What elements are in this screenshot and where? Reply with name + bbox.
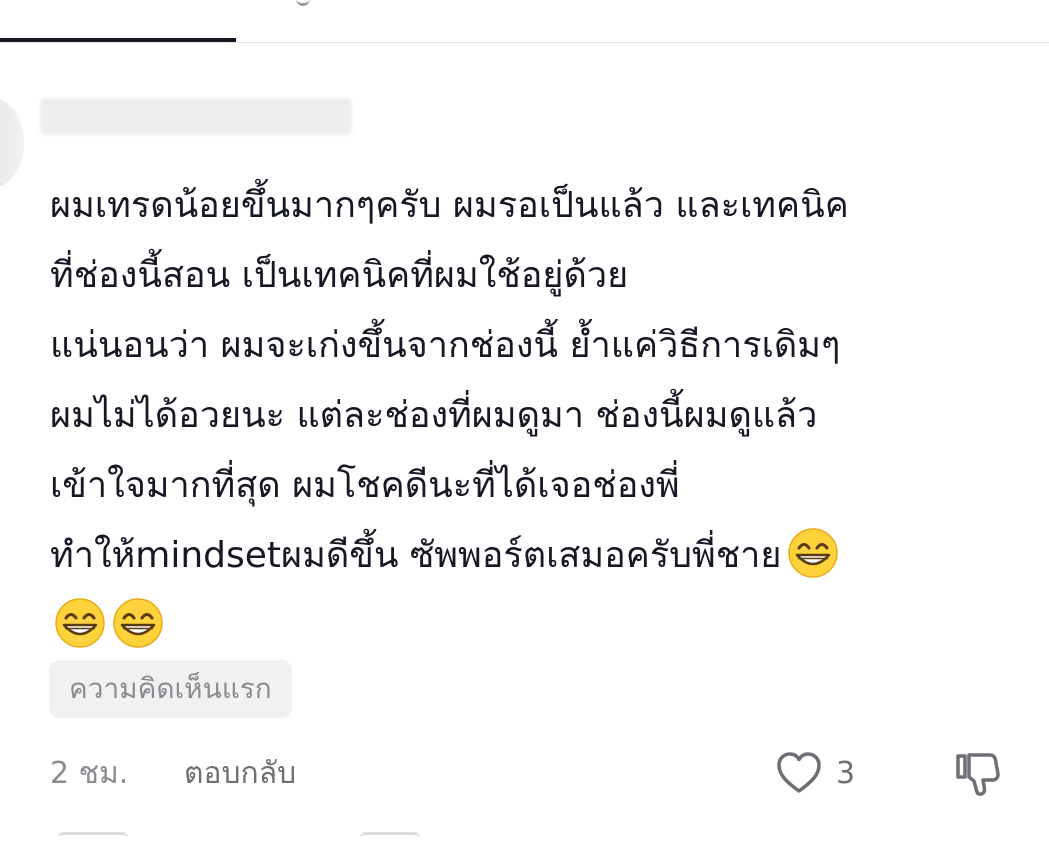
- grinning-face-emoji-icon: [113, 598, 163, 648]
- heart-icon[interactable]: [775, 750, 823, 796]
- top-tab-bar: [0, 0, 1049, 44]
- tab-label-fragment[interactable]: [296, 0, 310, 6]
- comment-line: แน่นอนว่า ผมจะเก่งขึ้นจากช่องนี้ ย้ำแค่ว…: [50, 325, 841, 366]
- avatar[interactable]: [0, 98, 24, 188]
- like-count: 3: [836, 756, 856, 791]
- comment-line: ผมเทรดน้อยขึ้นมากๆครับ ผมรอเป็นแล้ว และเ…: [50, 185, 849, 226]
- username-redacted[interactable]: [40, 98, 352, 135]
- tab-bar-divider: [0, 42, 1049, 43]
- comment-timestamp: 2 ชม.: [50, 756, 129, 791]
- reply-button[interactable]: ตอบกลับ: [184, 752, 296, 796]
- comment-text: ผมเทรดน้อยขึ้นมากๆครับ ผมรอเป็นแล้ว และเ…: [50, 171, 1010, 661]
- thumbs-down-icon[interactable]: [952, 747, 1004, 799]
- grinning-face-emoji-icon: [788, 528, 839, 578]
- comment-line: ที่ช่องนี้สอน เป็นเทคนิคที่ผมใช้อยู่ด้วย: [50, 255, 629, 296]
- comment-line: ผมไม่ได้อวยนะ แต่ละช่องที่ผมดูมา ช่องนี้…: [50, 395, 818, 436]
- comment-line: เข้าใจมากที่สุด ผมโชคดีนะที่ได้เจอช่องพี…: [50, 465, 680, 506]
- comment-line: ทำให้mindsetผมดีขึ้น ซัพพอร์ตเสมอครับพี่…: [50, 535, 782, 576]
- first-comment-badge: ความคิดเห็นแรก: [49, 660, 292, 718]
- emoji-row: [50, 591, 1010, 661]
- comment-line-with-emoji: ทำให้mindsetผมดีขึ้น ซัพพอร์ตเสมอครับพี่…: [50, 521, 1010, 591]
- grinning-face-emoji-icon: [55, 598, 105, 648]
